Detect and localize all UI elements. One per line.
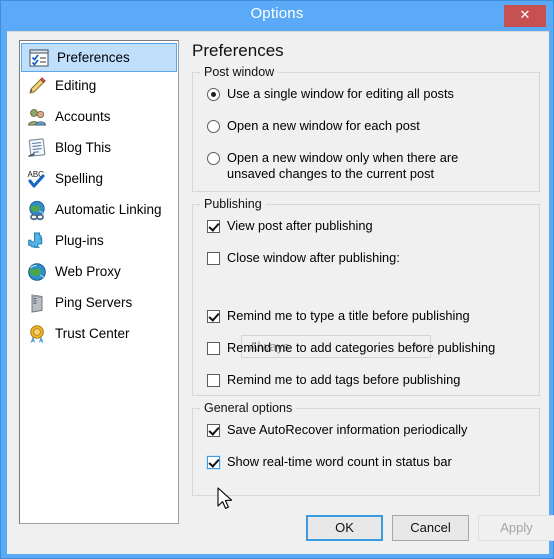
radio-new-window-unsaved[interactable] bbox=[207, 152, 220, 165]
checkbox-label: View post after publishing bbox=[227, 218, 373, 233]
publishing-group: Publishing View post after publishing Cl… bbox=[192, 197, 540, 396]
preferences-icon bbox=[28, 47, 50, 69]
ok-button[interactable]: OK bbox=[306, 515, 383, 541]
checkbox-label: Show real-time word count in status bar bbox=[227, 454, 452, 469]
sidebar-item-editing[interactable]: Editing bbox=[20, 70, 178, 101]
apply-button: Apply bbox=[478, 515, 554, 541]
sidebar-item-label: Editing bbox=[55, 78, 97, 93]
checkbox-remind-categories[interactable] bbox=[207, 342, 220, 355]
sidebar-item-label: Preferences bbox=[57, 50, 130, 65]
radio-label: Open a new window only when there are un… bbox=[227, 150, 459, 181]
publishing-legend: Publishing bbox=[200, 197, 266, 211]
sidebar-item-label: Spelling bbox=[55, 171, 104, 186]
checkbox-label: Remind me to add categories before publi… bbox=[227, 340, 496, 355]
sidebar-item-spelling[interactable]: ABC Spelling bbox=[20, 163, 178, 194]
sidebar-item-web-proxy[interactable]: Web Proxy bbox=[20, 256, 178, 287]
sidebar-item-label: Plug-ins bbox=[55, 233, 104, 248]
checkbox-save-autorecover[interactable] bbox=[207, 424, 220, 437]
checkbox-view-post-after-publishing[interactable] bbox=[207, 220, 220, 233]
general-options-group: General options Save AutoRecover informa… bbox=[192, 401, 540, 496]
checkbox-row-view-post[interactable]: View post after publishing bbox=[207, 218, 527, 234]
puzzle-piece-icon bbox=[26, 230, 48, 252]
checkbox-row-remind-title[interactable]: Remind me to type a title before publish… bbox=[207, 308, 537, 324]
checkbox-row-remind-categories[interactable]: Remind me to add categories before publi… bbox=[207, 340, 537, 356]
radio-single-window[interactable] bbox=[207, 88, 220, 101]
sidebar-item-label: Blog This bbox=[55, 140, 112, 155]
checkbox-row-close-window[interactable]: Close window after publishing: bbox=[207, 250, 527, 266]
general-options-legend: General options bbox=[200, 401, 297, 415]
sidebar-item-label: Accounts bbox=[55, 109, 111, 124]
sidebar-item-automatic-linking[interactable]: Automatic Linking bbox=[20, 194, 178, 225]
medal-icon bbox=[26, 323, 48, 345]
server-icon bbox=[26, 292, 48, 314]
checkbox-row-autorecover[interactable]: Save AutoRecover information periodicall… bbox=[207, 422, 537, 438]
sidebar-item-plug-ins[interactable]: Plug-ins bbox=[20, 225, 178, 256]
checkbox-remind-tags[interactable] bbox=[207, 374, 220, 387]
sidebar-item-label: Web Proxy bbox=[55, 264, 121, 279]
window-title: Options bbox=[250, 5, 304, 22]
post-window-group: Post window Use a single window for edit… bbox=[192, 65, 540, 192]
checkbox-label: Remind me to add tags before publishing bbox=[227, 372, 461, 387]
post-window-legend: Post window bbox=[200, 65, 279, 79]
checkbox-row-word-count[interactable]: Show real-time word count in status bar bbox=[206, 454, 537, 470]
radio-row-single-window[interactable]: Use a single window for editing all post… bbox=[207, 86, 527, 102]
sidebar-item-label: Trust Center bbox=[55, 326, 130, 341]
pencil-icon bbox=[26, 75, 48, 97]
sidebar-item-trust-center[interactable]: Trust Center bbox=[20, 318, 178, 349]
preferences-pane: Preferences Post window Use a single win… bbox=[189, 32, 554, 555]
checkbox-remind-title[interactable] bbox=[207, 310, 220, 323]
sidebar-item-label: Automatic Linking bbox=[55, 202, 162, 217]
radio-label: Use a single window for editing all post… bbox=[227, 86, 454, 101]
checkbox-close-window-after-publishing[interactable] bbox=[207, 252, 220, 265]
page-title: Preferences bbox=[192, 41, 284, 60]
sidebar-item-accounts[interactable]: Accounts bbox=[20, 101, 178, 132]
radio-row-new-window-unsaved[interactable]: Open a new window only when there are un… bbox=[207, 150, 507, 182]
checkbox-show-word-count[interactable] bbox=[206, 455, 221, 470]
spelling-abc-icon: ABC bbox=[26, 168, 48, 190]
checkbox-label: Close window after publishing: bbox=[227, 250, 400, 265]
sidebar-item-preferences[interactable]: Preferences bbox=[21, 43, 177, 72]
blog-this-icon bbox=[26, 137, 48, 159]
dialog-client-area: Preferences Editing Accounts Blog This A… bbox=[7, 31, 554, 555]
checkbox-label: Save AutoRecover information periodicall… bbox=[227, 422, 468, 437]
globe-link-icon bbox=[26, 199, 48, 221]
globe-icon bbox=[26, 261, 48, 283]
sidebar-item-label: Ping Servers bbox=[55, 295, 133, 310]
sidebar-item-blog-this[interactable]: Blog This bbox=[20, 132, 178, 163]
checkbox-label: Remind me to type a title before publish… bbox=[227, 308, 470, 323]
checkbox-row-remind-tags[interactable]: Remind me to add tags before publishing bbox=[207, 372, 537, 388]
sidebar-item-ping-servers[interactable]: Ping Servers bbox=[20, 287, 178, 318]
category-list[interactable]: Preferences Editing Accounts Blog This A… bbox=[19, 40, 179, 524]
radio-new-window-each-post[interactable] bbox=[207, 120, 220, 133]
radio-row-new-window-each-post[interactable]: Open a new window for each post bbox=[207, 118, 527, 134]
accounts-icon bbox=[26, 106, 48, 128]
title-bar[interactable]: Options ✕ bbox=[1, 1, 553, 31]
cancel-button[interactable]: Cancel bbox=[392, 515, 469, 541]
options-dialog-window: Options ✕ Preferences Editing Accounts B… bbox=[0, 0, 554, 559]
radio-label: Open a new window for each post bbox=[227, 118, 420, 133]
close-icon[interactable]: ✕ bbox=[504, 5, 546, 27]
